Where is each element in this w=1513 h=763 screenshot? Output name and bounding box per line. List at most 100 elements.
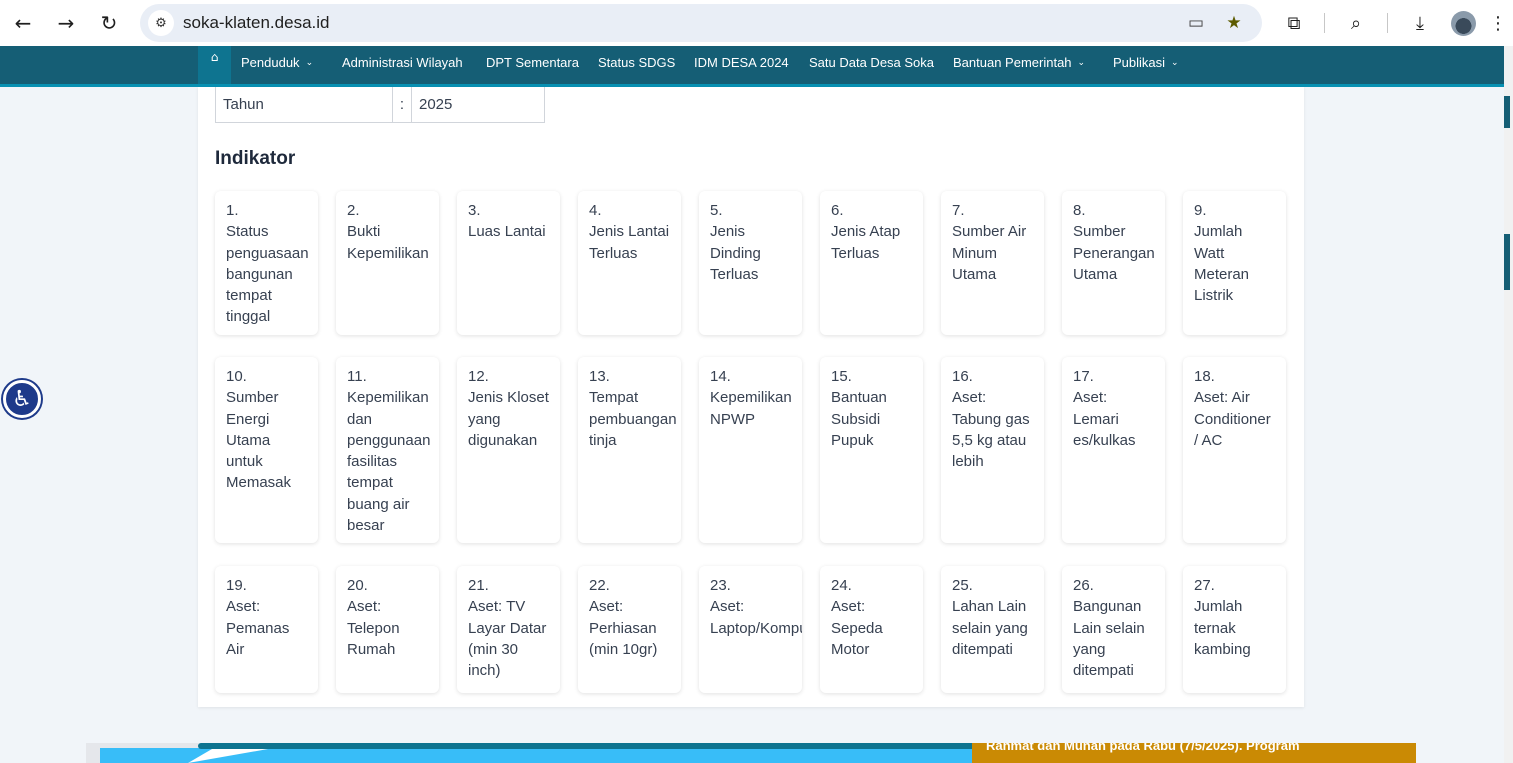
nav-item-label: Bantuan Pemerintah xyxy=(953,55,1072,70)
indicator-number: 4. xyxy=(589,202,602,219)
browser-toolbar: ← → ↻ ⚙ soka-klaten.desa.id ▭ ★ ⧉ ⌕ ⤓ ⋮ xyxy=(0,0,1513,46)
nav-item-label: DPT Sementara xyxy=(486,55,579,70)
indicator-item: 15. Bantuan Subsidi Pupuk xyxy=(820,357,923,543)
nav-item-status-sdgs[interactable]: Status SDGS xyxy=(598,55,675,70)
indicator-label: Jumlah ternak kambing xyxy=(1194,598,1251,658)
indicator-label: Luas Lantai xyxy=(468,223,546,241)
indicator-number: 8. xyxy=(1073,202,1086,219)
indicator-number: 25. xyxy=(952,577,973,594)
indicator-item: 5. Jenis Dinding Terluas xyxy=(699,191,802,335)
nav-item-bantuan-pemerintah[interactable]: Bantuan Pemerintah ⌄ xyxy=(953,55,1085,70)
nav-item-administrasi-wilayah[interactable]: Administrasi Wilayah xyxy=(342,55,463,70)
indicator-item: 26. Bangunan Lain selain yang ditempati xyxy=(1062,566,1165,693)
nav-item-label: Status SDGS xyxy=(598,55,676,70)
indicator-number: 16. xyxy=(952,368,973,385)
indicator-number: 10. xyxy=(226,368,247,385)
indicator-item: 23. Aset: Laptop/Komputer xyxy=(699,566,802,693)
next-section-preview: Rahmat dan Munah pada Rabu (7/5/2025). P… xyxy=(86,743,1416,763)
scrollbar-marker xyxy=(1504,96,1510,128)
nav-item-label: Penduduk xyxy=(241,55,300,70)
indicator-number: 6. xyxy=(831,202,844,219)
indicator-number: 2. xyxy=(347,202,360,219)
indicator-label: Aset: Air Conditioner / AC xyxy=(1194,389,1271,449)
indicator-label: Sumber Penerangan Utama xyxy=(1073,223,1155,283)
home-icon[interactable]: ⌂ xyxy=(198,46,231,84)
kebab-menu-icon[interactable]: ⋮ xyxy=(1489,9,1507,37)
year-table: Tahun : 2025 xyxy=(215,87,545,123)
reload-icon[interactable]: ↻ xyxy=(94,8,124,38)
indicator-label: Aset: Sepeda Motor xyxy=(831,598,883,658)
indicator-label: Aset: TV Layar Datar (min 30 inch) xyxy=(468,598,547,680)
indicator-number: 7. xyxy=(952,202,965,219)
indicator-number: 14. xyxy=(710,368,731,385)
year-value: 2025 xyxy=(419,96,453,113)
puzzle-icon[interactable]: ⧉ xyxy=(1280,9,1308,37)
indicator-item: 7. Sumber Air Minum Utama xyxy=(941,191,1044,335)
nav-item-satu-data-desa-soka[interactable]: Satu Data Desa Soka xyxy=(809,55,934,70)
indicator-label: Jenis Lantai Terluas xyxy=(589,223,670,262)
indicator-label: Jenis Dinding Terluas xyxy=(710,223,761,283)
indicator-label: Aset: Pemanas Air xyxy=(226,598,290,658)
indicator-item: 19. Aset: Pemanas Air xyxy=(215,566,318,693)
indicator-label: Lahan Lain selain yang ditempati xyxy=(952,598,1028,658)
toolbar-divider xyxy=(1324,13,1325,33)
nav-item-penduduk[interactable]: Penduduk ⌄ xyxy=(241,55,313,70)
indicator-item: 27. Jumlah ternak kambing xyxy=(1183,566,1286,693)
indicator-item: 3. Luas Lantai xyxy=(457,191,560,335)
indicator-item: 8. Sumber Penerangan Utama xyxy=(1062,191,1165,335)
indicator-label: Bukti Kepemilikan xyxy=(347,223,429,262)
indicator-number: 22. xyxy=(589,577,610,594)
indicator-number: 11. xyxy=(347,368,367,385)
site-settings-icon[interactable]: ⚙ xyxy=(148,10,174,36)
indicator-label: Aset: Tabung gas 5,5 kg atau lebih xyxy=(952,389,1030,471)
nav-item-publikasi[interactable]: Publikasi ⌄ xyxy=(1113,55,1179,70)
indicator-number: 13. xyxy=(589,368,610,385)
indicator-item: 25. Lahan Lain selain yang ditempati xyxy=(941,566,1044,693)
install-app-icon[interactable]: ▭ xyxy=(1185,12,1207,34)
indicator-number: 1. xyxy=(226,202,239,219)
indicator-item: 2. Bukti Kepemilikan xyxy=(336,191,439,335)
back-icon[interactable]: ← xyxy=(8,8,38,38)
indicator-item: 21. Aset: TV Layar Datar (min 30 inch) xyxy=(457,566,560,693)
profile-avatar[interactable] xyxy=(1451,11,1476,36)
indicator-number: 23. xyxy=(710,577,731,594)
search-page-icon[interactable]: ⌕ xyxy=(1342,9,1370,37)
year-separator: : xyxy=(393,87,412,122)
indicator-item: 24. Aset: Sepeda Motor xyxy=(820,566,923,693)
nav-item-label: Satu Data Desa Soka xyxy=(809,55,935,70)
address-bar[interactable]: ⚙ soka-klaten.desa.id ▭ ★ xyxy=(140,4,1262,42)
indicator-label: Status penguasaan bangunan tempat tingga… xyxy=(226,223,309,326)
nav-item-dpt-sementara[interactable]: DPT Sementara xyxy=(486,55,579,70)
scrollbar-thumb[interactable] xyxy=(1504,234,1510,290)
indicator-label: Aset: Telepon Rumah xyxy=(347,598,400,658)
indicator-label: Kepemilikan NPWP xyxy=(710,389,792,428)
indicator-item: 22. Aset: Perhiasan (min 10gr) xyxy=(578,566,681,693)
indicator-item: 13. Tempat pembuangan tinja xyxy=(578,357,681,543)
accessibility-icon[interactable]: ♿ xyxy=(3,380,41,418)
indicator-number: 15. xyxy=(831,368,852,385)
indicator-number: 9. xyxy=(1194,202,1207,219)
indicator-label: Aset: Lemari es/kulkas xyxy=(1073,389,1136,449)
chevron-down-icon: ⌄ xyxy=(1171,57,1179,68)
news-ticker-text[interactable]: Rahmat dan Munah pada Rabu (7/5/2025). P… xyxy=(986,743,1300,753)
indicator-item: 6. Jenis Atap Terluas xyxy=(820,191,923,335)
indicator-label: Jumlah Watt Meteran Listrik xyxy=(1194,223,1250,305)
forward-icon[interactable]: → xyxy=(51,8,81,38)
indicator-item: 4. Jenis Lantai Terluas xyxy=(578,191,681,335)
nav-item-idm-desa-2024[interactable]: IDM DESA 2024 xyxy=(694,55,789,70)
url-text[interactable]: soka-klaten.desa.id xyxy=(183,13,329,33)
indicator-number: 24. xyxy=(831,577,852,594)
indicator-number: 20. xyxy=(347,577,368,594)
indicator-number: 12. xyxy=(468,368,489,385)
indicator-label: Jenis Atap Terluas xyxy=(831,223,901,262)
site-navbar: ⌂ Penduduk ⌄ Administrasi Wilayah DPT Semen… xyxy=(0,46,1504,84)
indicator-item: 1. Status penguasaan bangunan tempat ting… xyxy=(215,191,318,335)
download-icon[interactable]: ⤓ xyxy=(1406,9,1434,37)
indicator-item: 11. Kepemilikan dan penggunaan fasilitas … xyxy=(336,357,439,543)
indicator-number: 19. xyxy=(226,577,247,594)
indicator-label: Sumber Energi Utama untuk Memasak xyxy=(226,389,292,492)
indicator-label: Aset: Laptop/Komputer xyxy=(710,598,802,637)
nav-item-label: Publikasi xyxy=(1113,55,1166,70)
page-scrollbar[interactable] xyxy=(1504,46,1513,763)
star-icon[interactable]: ★ xyxy=(1223,12,1245,34)
